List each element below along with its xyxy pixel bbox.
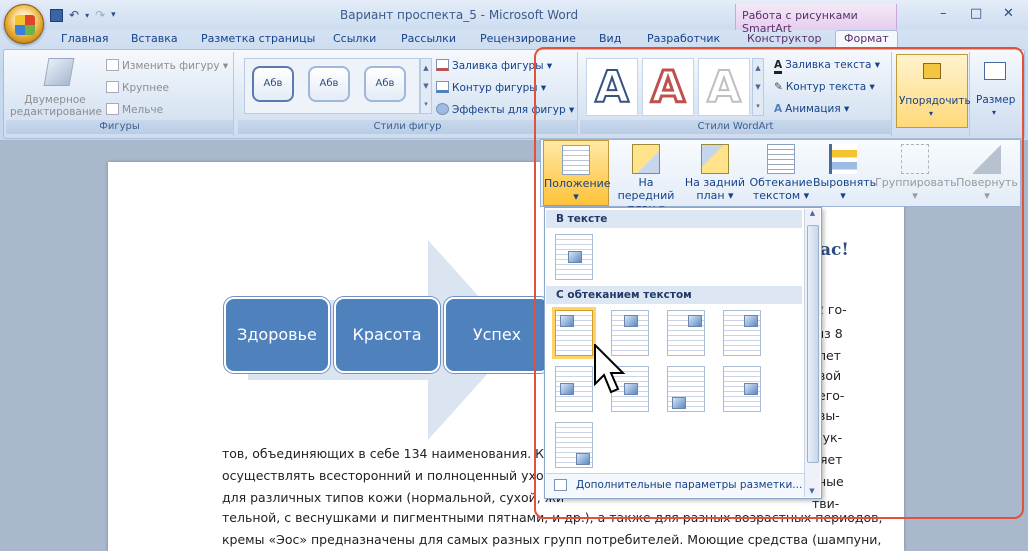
change-shape-icon — [106, 59, 119, 71]
tab-review[interactable]: Рецензирование — [480, 32, 576, 45]
body-line: тов, объединяющих в себе 134 наименовани… — [222, 446, 560, 461]
tab-insert[interactable]: Вставка — [131, 32, 178, 45]
smaller-label: Мельче — [122, 104, 164, 116]
shape-outline-label: Контур фигуры — [452, 82, 538, 94]
larger-icon — [106, 81, 119, 93]
edit-2d-icon — [43, 58, 75, 86]
minimize-button[interactable]: – — [940, 6, 947, 21]
mouse-cursor-icon — [594, 344, 626, 394]
tab-references[interactable]: Ссылки — [333, 32, 376, 45]
tab-home[interactable]: Главная — [61, 32, 109, 45]
body-line: кремы «Эос» предназначены для самых разн… — [222, 532, 882, 547]
maximize-button[interactable]: □ — [970, 6, 982, 21]
undo-icon[interactable]: ↶ — [69, 8, 79, 22]
edit-2d-label-2: редактирование — [10, 106, 102, 118]
highlight-frame — [534, 47, 1024, 519]
dropdown-icon[interactable]: ▾ — [85, 11, 89, 20]
shape-outline-button[interactable]: Контур фигуры ▾ — [436, 81, 546, 94]
paint-bucket-icon — [436, 59, 449, 71]
effects-icon — [436, 103, 449, 115]
shape-styles-group: Абв Абв Абв ▲ ▼ ▾ Заливка фигуры ▾ Контур … — [238, 52, 578, 136]
office-button[interactable] — [4, 4, 44, 44]
context-tab-title: Работа с рисунками SmartArt — [735, 4, 897, 35]
tab-page-layout[interactable]: Разметка страницы — [201, 32, 315, 45]
window-title: Вариант проспекта_5 - Microsoft Word — [340, 8, 579, 22]
customize-qat-icon[interactable]: ▾ — [111, 10, 116, 20]
tab-view[interactable]: Вид — [599, 32, 621, 45]
close-button[interactable]: ✕ — [1003, 6, 1014, 21]
body-line: осуществлять всесторонний и полноценный … — [222, 468, 553, 483]
shape-fill-label: Заливка фигуры — [452, 60, 544, 72]
office-logo-icon — [15, 15, 35, 35]
pencil-icon — [436, 81, 449, 93]
shape-style-2[interactable]: Абв — [308, 66, 350, 102]
shapes-group-label: Фигуры — [6, 120, 233, 134]
edit-2d-label-1: Двумерное — [24, 94, 86, 106]
larger-label: Крупнее — [122, 82, 169, 94]
larger-button[interactable]: Крупнее — [106, 81, 169, 94]
save-icon[interactable] — [50, 8, 63, 22]
change-shape-label: Изменить фигуру — [122, 60, 220, 72]
smartart-box-beauty[interactable]: Красота — [334, 297, 440, 373]
change-shape-button[interactable]: Изменить фигуру ▾ — [106, 59, 228, 72]
tab-design[interactable]: Конструктор — [747, 32, 821, 45]
tab-mailings[interactable]: Рассылки — [401, 32, 456, 45]
tab-developer[interactable]: Разработчик — [647, 32, 720, 45]
shape-styles-label: Стили фигур — [238, 120, 577, 134]
smartart-box-health[interactable]: Здоровье — [224, 297, 330, 373]
shape-style-3[interactable]: Абв — [364, 66, 406, 102]
shapes-group: Двумерное редактирование Изменить фигуру … — [6, 52, 234, 136]
shape-style-1[interactable]: Абв — [252, 66, 294, 102]
quick-access-toolbar: ↶ ▾ ↷ ▾ — [50, 6, 116, 24]
smaller-button[interactable]: Мельче — [106, 103, 163, 116]
body-line: для различных типов кожи (нормальной, су… — [222, 490, 565, 505]
shape-styles-scroll[interactable]: ▲ ▼ ▾ — [420, 58, 432, 114]
edit-2d-button[interactable]: Двумерное редактирование — [10, 94, 102, 118]
redo-icon[interactable]: ↷ — [95, 8, 105, 22]
smaller-icon — [106, 103, 119, 115]
